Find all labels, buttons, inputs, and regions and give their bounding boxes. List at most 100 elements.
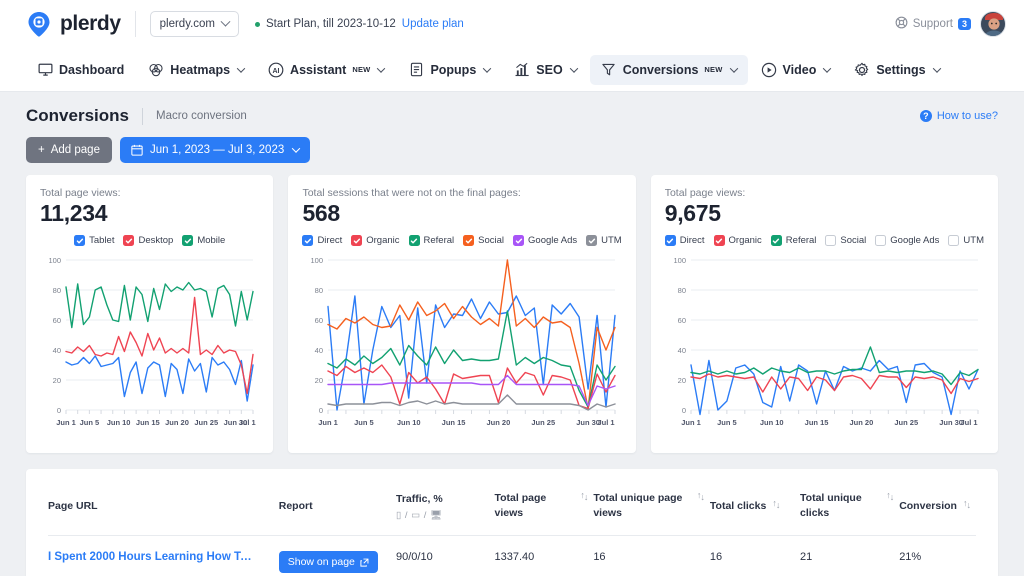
bar-chart-icon bbox=[514, 62, 530, 78]
nav-item-settings[interactable]: Settings bbox=[843, 55, 950, 85]
legend-item-referal[interactable]: Referal bbox=[771, 235, 817, 246]
plus-icon: + bbox=[38, 144, 45, 156]
svg-text:Jul 1: Jul 1 bbox=[598, 418, 615, 427]
top-bar: plerdy plerdy.com Start Plan, till 2023-… bbox=[0, 0, 1024, 48]
chevron-down-icon bbox=[932, 64, 940, 72]
card-label: Total page views: bbox=[40, 187, 259, 199]
legend-checkbox[interactable] bbox=[302, 235, 313, 246]
legend-checkbox[interactable] bbox=[351, 235, 362, 246]
cell-total-unique-clicks: 21 bbox=[800, 536, 899, 576]
legend-item-social[interactable]: Social bbox=[463, 235, 504, 246]
header-label: Traffic, % bbox=[396, 492, 443, 507]
card-total-page-views-sources: Total page views: 9,675 DirectOrganicRef… bbox=[651, 175, 998, 453]
chart-legend: Direct Organic Referal Social Google Ads UTM bbox=[665, 235, 984, 246]
date-range-value: Jun 1, 2023 — Jul 3, 2023 bbox=[150, 144, 284, 156]
legend-checkbox[interactable] bbox=[714, 235, 725, 246]
support-label: Support bbox=[913, 18, 953, 30]
legend-label: UTM bbox=[601, 235, 622, 246]
table-header-total-unique-clicks[interactable]: Total unique clicks↑↓ bbox=[800, 469, 899, 536]
legend-item-organic[interactable]: Organic bbox=[714, 235, 762, 246]
legend-item-organic[interactable]: Organic bbox=[351, 235, 399, 246]
table-header: Page URLReportTraffic, %▯ / ▭ / 🖥Total p… bbox=[48, 469, 976, 536]
legend-checkbox[interactable] bbox=[875, 235, 886, 246]
legend-label: Google Ads bbox=[890, 235, 939, 246]
legend-item-utm[interactable]: UTM bbox=[948, 235, 984, 246]
ai-icon: AI bbox=[268, 62, 284, 78]
play-circle-icon bbox=[761, 62, 777, 78]
page-title: Conversions bbox=[26, 106, 129, 126]
nav-item-conversions[interactable]: Conversions NEW bbox=[590, 55, 748, 85]
legend-item-referal[interactable]: Referal bbox=[409, 235, 455, 246]
add-page-button[interactable]: + Add page bbox=[26, 137, 112, 163]
table-header-row: Page URLReportTraffic, %▯ / ▭ / 🖥Total p… bbox=[48, 469, 976, 536]
update-plan-link[interactable]: Update plan bbox=[402, 18, 464, 30]
sort-arrows-icon[interactable]: ↑↓ bbox=[886, 491, 893, 500]
brand-logo[interactable]: plerdy bbox=[26, 11, 121, 37]
svg-text:Jun 20: Jun 20 bbox=[849, 418, 873, 427]
card-label: Total sessions that were not on the fina… bbox=[302, 187, 621, 199]
sort-arrows-icon[interactable]: ↑↓ bbox=[580, 491, 587, 500]
svg-text:Jun 25: Jun 25 bbox=[194, 418, 218, 427]
legend-label: Organic bbox=[729, 235, 762, 246]
legend-checkbox[interactable] bbox=[409, 235, 420, 246]
legend-item-utm[interactable]: UTM bbox=[586, 235, 622, 246]
add-page-label: Add page bbox=[51, 144, 100, 156]
legend-checkbox[interactable] bbox=[513, 235, 524, 246]
legend-checkbox[interactable] bbox=[665, 235, 676, 246]
how-to-use-link[interactable]: ? How to use? bbox=[920, 110, 998, 122]
nav-item-popups[interactable]: Popups bbox=[397, 55, 501, 85]
legend-item-google-ads[interactable]: Google Ads bbox=[513, 235, 577, 246]
nav-item-video[interactable]: Video bbox=[750, 55, 842, 85]
site-selector[interactable]: plerdy.com bbox=[150, 11, 239, 37]
table-row: I Spent 2000 Hours Learning How To Learn… bbox=[48, 536, 976, 576]
device-icons: ▯ / ▭ / 🖥 bbox=[396, 510, 489, 521]
table-header-total-unique-page-views[interactable]: Total unique page views ↑↓ bbox=[593, 469, 710, 536]
header-label: Total unique page views bbox=[593, 491, 691, 521]
nav-item-heatmaps[interactable]: Heatmaps bbox=[137, 55, 255, 85]
top-bar-right: Support 3 bbox=[895, 11, 1006, 37]
svg-text:20: 20 bbox=[315, 376, 323, 385]
plerdy-conversions-app: plerdy plerdy.com Start Plan, till 2023-… bbox=[0, 0, 1024, 576]
main-nav: Dashboard Heatmaps AI Assistant NEW Popu… bbox=[0, 48, 1024, 92]
legend-checkbox[interactable] bbox=[948, 235, 959, 246]
show-on-page-button[interactable]: Show on page bbox=[279, 551, 378, 573]
svg-text:Jun 25: Jun 25 bbox=[894, 418, 918, 427]
legend-item-desktop[interactable]: Desktop bbox=[123, 235, 173, 246]
table-header-total-clicks[interactable]: Total clicks↑↓ bbox=[710, 469, 800, 536]
svg-text:100: 100 bbox=[311, 256, 324, 265]
sort-arrows-icon[interactable]: ↑↓ bbox=[697, 491, 704, 500]
page-url-link[interactable]: I Spent 2000 Hours Learning How To Learn… bbox=[48, 551, 253, 563]
nav-item-assistant[interactable]: AI Assistant NEW bbox=[257, 55, 395, 85]
legend-item-social[interactable]: Social bbox=[825, 235, 866, 246]
legend-item-tablet[interactable]: Tablet bbox=[74, 235, 114, 246]
page-header: Conversions Macro conversion ? How to us… bbox=[26, 92, 998, 126]
question-mark-icon: ? bbox=[920, 110, 932, 122]
legend-item-direct[interactable]: Direct bbox=[665, 235, 705, 246]
funnel-icon bbox=[601, 62, 617, 78]
sort-arrows-icon[interactable]: ↑↓ bbox=[963, 499, 970, 508]
svg-text:Jun 20: Jun 20 bbox=[165, 418, 189, 427]
legend-checkbox[interactable] bbox=[771, 235, 782, 246]
sort-arrows-icon[interactable]: ↑↓ bbox=[772, 499, 779, 508]
table-body: I Spent 2000 Hours Learning How To Learn… bbox=[48, 536, 976, 576]
legend-item-mobile[interactable]: Mobile bbox=[182, 235, 225, 246]
date-range-picker[interactable]: Jun 1, 2023 — Jul 3, 2023 bbox=[120, 137, 310, 163]
legend-checkbox[interactable] bbox=[123, 235, 134, 246]
table-header-total-page-views[interactable]: Total page views↑↓ bbox=[495, 469, 594, 536]
legend-checkbox[interactable] bbox=[825, 235, 836, 246]
legend-item-google-ads[interactable]: Google Ads bbox=[875, 235, 939, 246]
support-button[interactable]: Support 3 bbox=[895, 16, 971, 32]
line-chart: 020406080100Jun 1Jun 5Jun 10Jun 15Jun 20… bbox=[40, 252, 259, 447]
nav-item-dashboard[interactable]: Dashboard bbox=[26, 55, 135, 85]
legend-checkbox[interactable] bbox=[182, 235, 193, 246]
venn-icon bbox=[148, 62, 164, 78]
legend-checkbox[interactable] bbox=[586, 235, 597, 246]
legend-checkbox[interactable] bbox=[463, 235, 474, 246]
chevron-down-icon bbox=[237, 64, 245, 72]
nav-item-seo[interactable]: SEO bbox=[503, 55, 587, 85]
table-header-conversion[interactable]: Conversion↑↓ bbox=[899, 469, 976, 536]
svg-text:Jun 25: Jun 25 bbox=[532, 418, 556, 427]
legend-checkbox[interactable] bbox=[74, 235, 85, 246]
legend-item-direct[interactable]: Direct bbox=[302, 235, 342, 246]
avatar[interactable] bbox=[980, 11, 1006, 37]
